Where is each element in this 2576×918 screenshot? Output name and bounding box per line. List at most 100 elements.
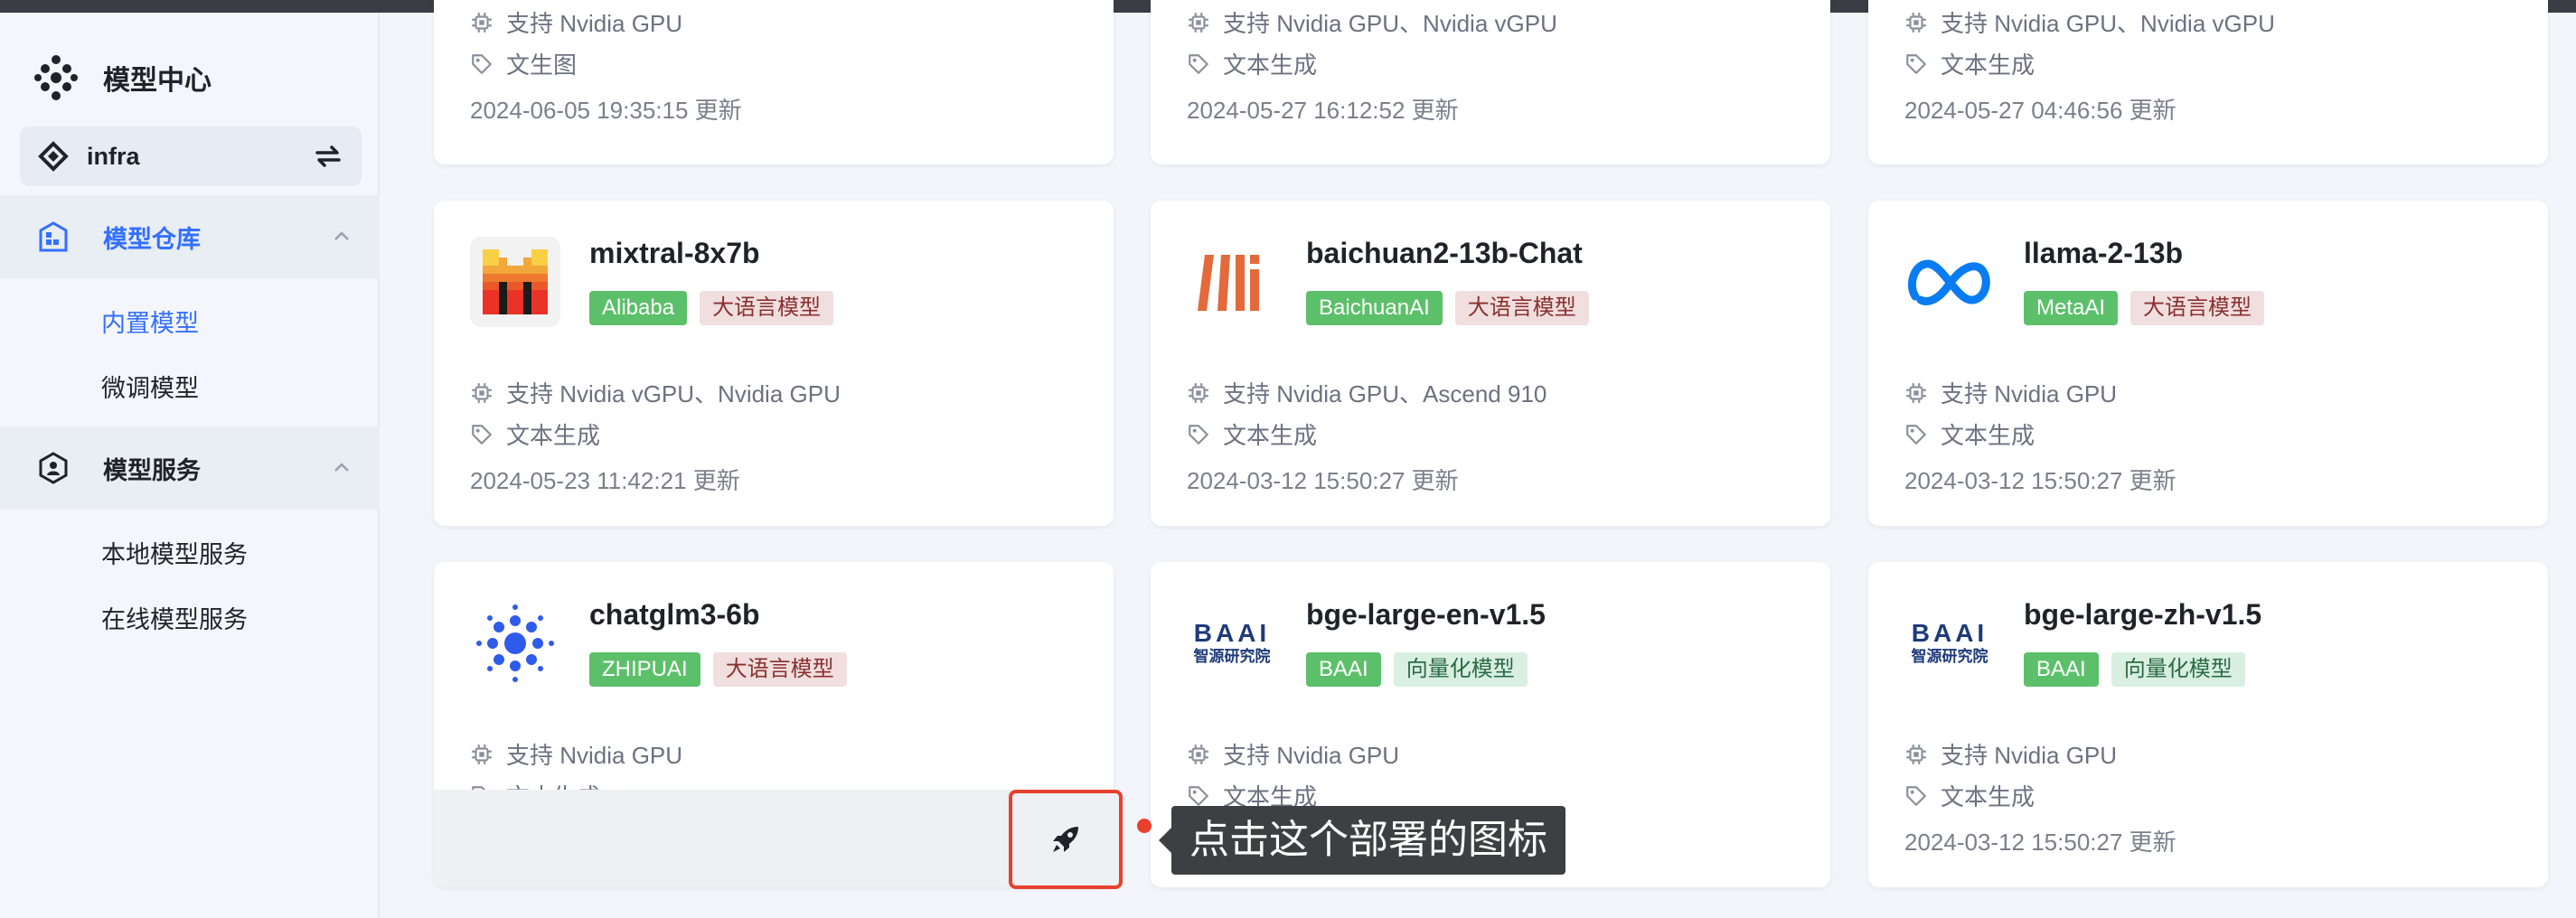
model-name: mixtral-8x7b [589,237,760,269]
svg-text:BAAI: BAAI [1912,619,1988,647]
chip-icon [1188,743,1209,765]
task-text: 文本生成 [506,422,601,449]
model-card[interactable]: 支持 Nvidia GPU、Nvidia vGPU 文本生成 2024-05-2… [1868,0,2548,164]
task-text: 文本生成 [1223,422,1318,449]
vendor-tag: BaichuanAI [1306,291,1443,325]
tag-list: BAAI 向量化模型 [2024,652,2245,687]
model-card[interactable]: 支持 Nvidia GPU 文生图 2024-06-05 19:35:15 更新 [434,0,1114,164]
workspace-icon [38,141,69,172]
baai-logo-icon: BAAI 智源研究院 [1904,598,1995,688]
updated-time: 2024-05-23 11:42:21 更新 [470,467,740,494]
support-text: 支持 Nvidia GPU、Nvidia vGPU [1223,10,1557,37]
updated-time: 2024-05-27 04:46:56 更新 [1904,97,2176,124]
hardware-support: 支持 Nvidia GPU [470,5,682,39]
warehouse-icon [39,221,68,252]
task-type: 文本生成 [1187,47,1317,80]
tag-icon [1189,785,1208,806]
svg-text:智源研究院: 智源研究院 [1194,647,1271,666]
switch-icon[interactable] [313,143,343,170]
chip-icon [1905,743,1927,765]
hardware-support: 支持 Nvidia GPU [470,737,682,771]
workspace-switcher[interactable]: infra [20,126,362,186]
support-text: 支持 Nvidia GPU [1941,380,2118,407]
deploy-button[interactable] [1009,790,1123,889]
submenu-finetuned-models[interactable]: 微调模型 [101,369,199,404]
chip-icon [1905,381,1927,404]
chip-icon [1188,11,1209,33]
hardware-support: 支持 Nvidia GPU [1904,737,2117,771]
model-name: chatglm3-6b [589,598,760,631]
hardware-support: 支持 Nvidia GPU [1904,376,2117,409]
submenu-local-services[interactable]: 本地模型服务 [101,535,248,570]
menu-model-service-label: 模型服务 [103,456,201,484]
tag-list: MetaAI 大语言模型 [2024,291,2265,325]
tag-icon [1189,53,1208,74]
hardware-support: 支持 Nvidia GPU、Nvidia vGPU [1187,5,1557,39]
type-tag: 大语言模型 [1454,291,1589,325]
tag-list: BaichuanAI 大语言模型 [1306,291,1589,325]
tag-icon [1189,424,1208,445]
rocket-icon [1053,827,1078,852]
model-card-baichuan[interactable]: baichuan2-13b-Chat BaichuanAI 大语言模型 支持 N… [1151,201,1830,526]
tag-icon [472,424,492,445]
tag-icon [1906,53,1926,74]
task-text: 文本生成 [1941,422,2035,449]
updated-time: 2024-06-05 19:35:15 更新 [470,97,742,124]
support-text: 支持 Nvidia GPU [506,742,683,769]
chip-icon [1905,11,1927,33]
task-text: 文本生成 [1941,52,2035,79]
chevron-up-icon [334,231,349,240]
guide-tooltip: 点击这个部署的图标 [1159,806,1565,875]
baichuan-logo-icon [1187,237,1277,327]
brand[interactable]: 模型中心 [33,52,212,103]
sidebar: 模型中心 infra 模型仓库 内置模型 微调模型 模型服务 本地模型服务 在线… [0,13,380,918]
model-center-logo-icon [34,55,78,100]
hardware-support: 支持 Nvidia GPU、Ascend 910 [1187,376,1547,409]
model-name: llama-2-13b [2024,237,2184,269]
model-card[interactable]: 支持 Nvidia GPU、Nvidia vGPU 文本生成 2024-05-2… [1151,0,1830,164]
task-text: 文本生成 [1941,783,2035,810]
tag-list: ZHIPUAI 大语言模型 [589,652,847,687]
vendor-tag: BAAI [2024,652,2099,687]
model-name: bge-large-zh-v1.5 [2024,598,2262,631]
support-text: 支持 Nvidia vGPU、Nvidia GPU [506,380,841,407]
menu-model-repo-label: 模型仓库 [103,225,201,253]
menu-model-service[interactable]: 模型服务 [0,426,380,510]
type-tag: 大语言模型 [712,652,847,687]
task-type: 文生图 [470,47,577,80]
tag-icon [1906,785,1926,806]
submenu-builtin-models[interactable]: 内置模型 [101,304,199,339]
task-type: 文本生成 [1904,779,2035,812]
service-icon [39,452,68,484]
vendor-tag: BAAI [1306,652,1381,687]
model-card-mixtral[interactable]: mixtral-8x7b Alibaba 大语言模型 支持 Nvidia vGP… [434,201,1114,526]
model-card-bge-zh[interactable]: BAAI 智源研究院 bge-large-zh-v1.5 BAAI 向量化模型 … [1868,562,2548,887]
submenu-online-services[interactable]: 在线模型服务 [101,600,248,635]
model-name: baichuan2-13b-Chat [1306,237,1583,269]
vendor-tag: MetaAI [2024,291,2119,325]
task-type: 文本生成 [470,417,600,451]
model-name: bge-large-en-v1.5 [1306,598,1546,631]
support-text: 支持 Nvidia GPU [1223,742,1400,769]
task-text: 文生图 [506,52,578,79]
updated-time: 2024-05-27 16:12:52 更新 [1187,97,1459,124]
menu-model-repo[interactable]: 模型仓库 [0,195,380,278]
type-tag: 大语言模型 [2130,291,2265,325]
support-text: 支持 Nvidia GPU、Ascend 910 [1223,380,1547,407]
workspace-name: infra [87,142,140,170]
chip-icon [471,11,493,33]
tag-list: BAAI 向量化模型 [1306,652,1528,687]
zhipu-logo-icon [470,598,560,688]
app-title: 模型中心 [103,66,212,96]
tag-list: Alibaba 大语言模型 [589,291,834,325]
tag-icon [1906,424,1926,445]
meta-logo-icon [1904,237,1995,327]
chip-icon [471,743,493,765]
task-type: 文本生成 [1904,47,2035,80]
tag-icon [472,53,492,74]
chip-icon [1188,381,1209,404]
task-type: 文本生成 [1904,417,2035,451]
type-tag: 大语言模型 [700,291,834,325]
model-card-llama[interactable]: llama-2-13b MetaAI 大语言模型 支持 Nvidia GPU 文… [1868,201,2548,526]
pointer-dot [1137,819,1152,833]
